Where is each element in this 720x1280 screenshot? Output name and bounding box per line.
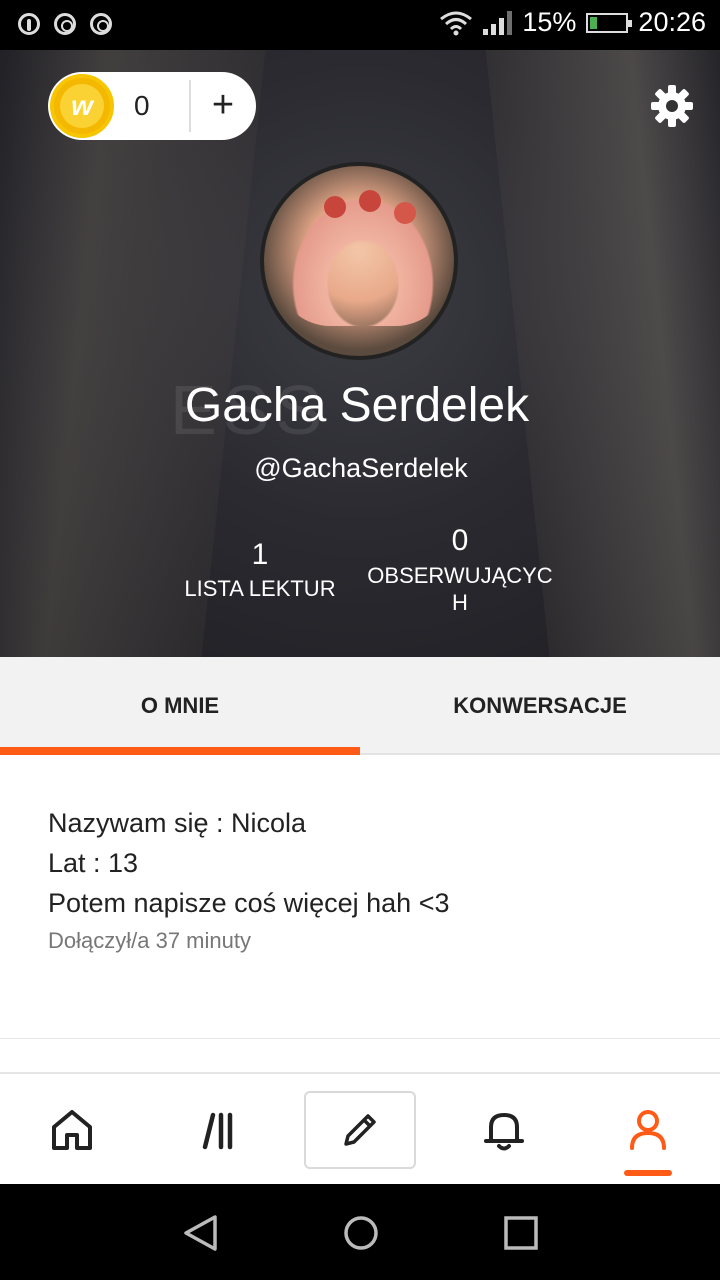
battery-percent: 15% <box>522 7 577 37</box>
status-bar: 15% 20:26 <box>0 0 720 50</box>
add-coins-button[interactable]: + <box>195 76 251 136</box>
nav-notifications[interactable] <box>432 1074 576 1186</box>
system-navigation-bar <box>0 1184 720 1280</box>
divider <box>0 1038 720 1039</box>
followers-stat[interactable]: 0 OBSERWUJĄCYC H <box>360 524 560 616</box>
tab-conversations[interactable]: KONWERSACJE <box>360 657 720 753</box>
home-icon <box>52 1110 92 1150</box>
avatar[interactable] <box>260 162 458 360</box>
notifications-bell-icon <box>484 1113 524 1151</box>
reading-lists-count: 1 <box>251 538 269 571</box>
home-circle-icon[interactable] <box>342 1214 380 1252</box>
coins-widget[interactable]: w 0 + <box>48 72 256 140</box>
profile-tabs: O MNIE KONWERSACJE <box>0 657 720 755</box>
profile-name: Gacha Serdelek <box>184 379 530 432</box>
joined-date: Dołączył/a 37 minuty <box>48 928 251 953</box>
profile-icon <box>630 1110 666 1150</box>
back-icon[interactable] <box>182 1214 220 1252</box>
battery-charging-icon <box>586 12 633 33</box>
about-line: Nazywam się : Nicola <box>48 808 307 838</box>
followers-label: OBSERWUJĄCYC H <box>367 563 553 615</box>
coin-count: 0 <box>134 90 150 121</box>
nav-home[interactable] <box>0 1074 144 1186</box>
nav-library[interactable] <box>144 1074 288 1186</box>
nav-write[interactable] <box>288 1074 432 1186</box>
profile-handle: @GachaSerdelek <box>254 453 468 483</box>
gear-icon[interactable] <box>650 84 694 128</box>
library-icon <box>202 1112 233 1150</box>
pinterest-icon <box>18 13 40 35</box>
coin-icon: w <box>50 74 114 138</box>
active-tab-indicator <box>0 747 360 755</box>
about-line: Potem napisze coś więcej hah <3 <box>48 888 450 918</box>
profile-header: ESS w 0 + Gacha Serdelek @GachaSerdelek <box>0 50 720 657</box>
reading-lists-label: LISTA LEKTUR <box>184 576 336 601</box>
chrome-icon <box>54 13 76 35</box>
followers-count: 0 <box>451 524 469 557</box>
active-nav-indicator <box>624 1170 672 1176</box>
clock: 20:26 <box>638 7 706 37</box>
wifi-icon <box>440 11 473 35</box>
about-text: Nazywam się : Nicola Lat : 13 Potem napi… <box>48 803 449 923</box>
signal-icon <box>483 10 513 35</box>
write-icon <box>344 1114 376 1146</box>
about-line: Lat : 13 <box>48 848 139 878</box>
chrome-icon <box>90 13 112 35</box>
bottom-navigation <box>0 1072 720 1186</box>
recent-apps-icon[interactable] <box>502 1214 540 1252</box>
tab-about[interactable]: O MNIE <box>0 657 360 753</box>
reading-lists-stat[interactable]: 1 LISTA LEKTUR <box>170 538 350 602</box>
